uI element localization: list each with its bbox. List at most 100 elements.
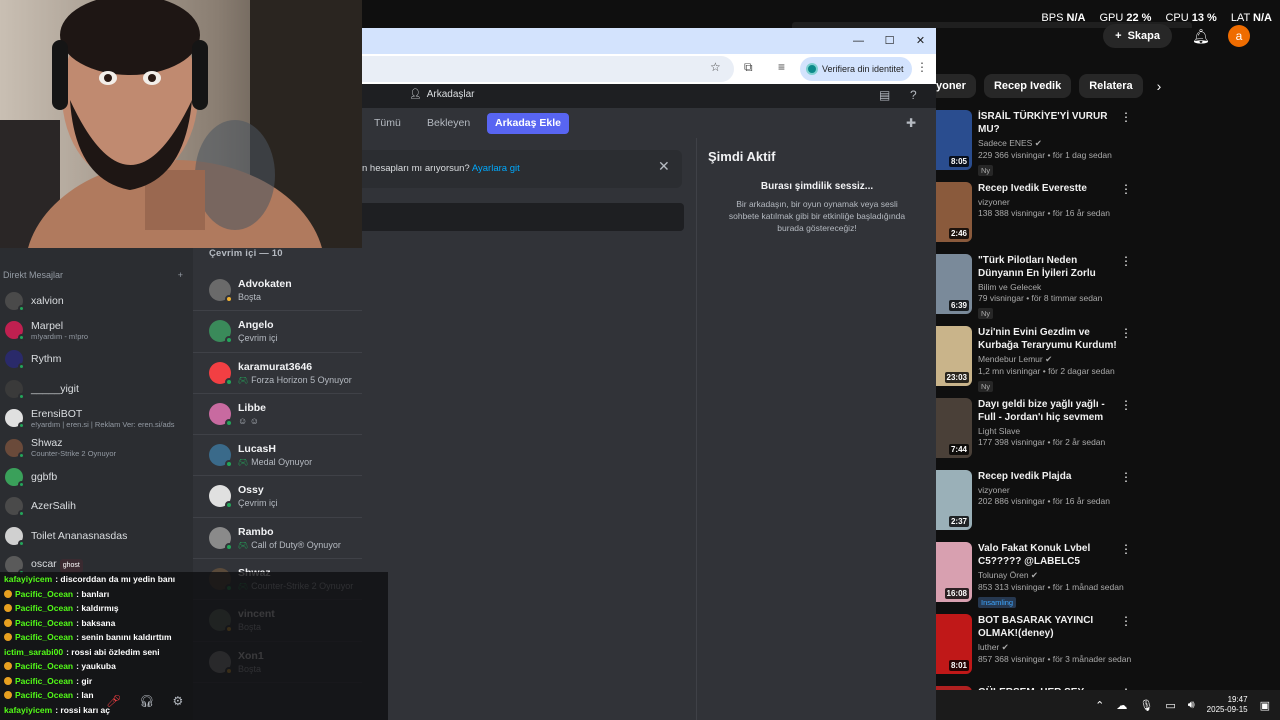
address-bar[interactable] xyxy=(362,56,734,82)
create-button[interactable]: + Skapa xyxy=(1103,24,1172,48)
bookmark-star-icon[interactable]: ☆ xyxy=(710,60,721,74)
dm-item[interactable]: Shwaz Counter-Strike 2 Oynuyor xyxy=(0,433,193,462)
browser-menu-icon[interactable]: ⋮ xyxy=(916,60,928,74)
new-group-dm-icon[interactable]: ✚ xyxy=(906,116,916,130)
close-notice-icon[interactable]: ✕ xyxy=(658,158,670,175)
notice-link[interactable]: Ayarlara git xyxy=(472,163,520,174)
video-menu-icon[interactable]: ⋮ xyxy=(1120,254,1132,268)
network-icon[interactable]: ▭ xyxy=(1165,699,1175,712)
inbox-icon[interactable]: ▤ xyxy=(879,88,890,102)
video-title[interactable]: Recep Ivedik Everestte xyxy=(978,182,1118,195)
chat-username[interactable]: Pacific_Ocean xyxy=(15,676,73,686)
chip-1[interactable]: Recep Ivedik xyxy=(983,74,1072,98)
video-thumbnail[interactable]: 8:05 xyxy=(936,110,972,170)
video-item[interactable]: 2:37 Recep Ivedik Plajda vizyoner 202 886 v… xyxy=(936,468,1136,540)
video-thumbnail[interactable]: 7:44 xyxy=(936,398,972,458)
mic-muted-icon[interactable]: 🎤︎ xyxy=(106,694,121,708)
friend-search-input[interactable] xyxy=(362,203,684,231)
extensions-icon[interactable]: ⧉ xyxy=(744,60,753,75)
video-thumbnail[interactable]: 16:08 xyxy=(936,542,972,602)
taskbar-clock[interactable]: 19:47 2025-09-15 xyxy=(1207,695,1248,715)
video-title[interactable]: Dayı geldi bize yağlı yağlı - Full - Jor… xyxy=(978,398,1118,424)
webcam-image xyxy=(0,0,362,248)
chevron-right-icon[interactable]: › xyxy=(1157,78,1162,94)
chat-username[interactable]: Pacific_Ocean xyxy=(15,618,73,628)
video-thumbnail[interactable]: 2:46 xyxy=(936,182,972,242)
video-item[interactable]: 8:01 BOT BASARAK YAYINCI OLMAK!(deney) lut… xyxy=(936,612,1136,684)
settings-gear-icon[interactable]: ⚙ xyxy=(172,694,183,708)
video-channel[interactable]: luther ✔ xyxy=(978,642,1118,653)
tab-pending[interactable]: Bekleyen xyxy=(419,113,478,134)
chat-username[interactable]: Pacific_Ocean xyxy=(15,632,73,642)
chat-username[interactable]: kafayiyicem xyxy=(4,574,52,584)
video-meta: Valo Fakat Konuk Lvbel C5????? @LABELC5 … xyxy=(978,542,1124,610)
browser-titlebar[interactable]: — ☐ ✕ xyxy=(362,28,936,54)
video-title[interactable]: Valo Fakat Konuk Lvbel C5????? @LABELC5 … xyxy=(978,542,1118,568)
video-item[interactable]: 16:08 Valo Fakat Konuk Lvbel C5????? @LAB… xyxy=(936,540,1136,612)
dm-item[interactable]: Marpel m!yardım - m!pro xyxy=(0,315,193,344)
tab-all[interactable]: Tümü xyxy=(366,113,409,134)
video-thumbnail[interactable]: 2:37 xyxy=(936,470,972,530)
video-channel[interactable]: Sadece ENES ✔ xyxy=(978,138,1118,149)
cloud-icon[interactable]: ☁ xyxy=(1116,699,1127,712)
account-avatar[interactable]: a xyxy=(1228,25,1250,47)
dm-item[interactable]: AzerSalih xyxy=(0,492,193,521)
video-item[interactable]: 7:44 Dayı geldi bize yağlı yağlı - Full -… xyxy=(936,396,1136,468)
chip-2[interactable]: Relatera xyxy=(1079,74,1143,98)
video-channel[interactable]: vizyoner xyxy=(978,197,1118,207)
chat-username[interactable]: Pacific_Ocean xyxy=(15,690,73,700)
video-menu-icon[interactable]: ⋮ xyxy=(1120,326,1132,340)
dm-item[interactable]: ErensiBOT e!yardım | eren.si | Reklam Ver… xyxy=(0,404,193,433)
video-menu-icon[interactable]: ⋮ xyxy=(1120,542,1132,556)
video-item[interactable]: 23:03 Uzi'nin Evini Gezdim ve Kurbağa Ter… xyxy=(936,324,1136,396)
add-friend-button[interactable]: Arkadaş Ekle xyxy=(487,113,569,134)
video-thumbnail[interactable]: 8:01 xyxy=(936,614,972,674)
video-thumbnail[interactable]: 23:03 xyxy=(936,326,972,386)
video-title[interactable]: "Türk Pilotları Neden Dünyanın En İyiler… xyxy=(978,254,1118,280)
video-menu-icon[interactable]: ⋮ xyxy=(1120,110,1132,124)
friends-icon: 👤︎ xyxy=(409,89,422,100)
video-title[interactable]: Uzi'nin Evini Gezdim ve Kurbağa Teraryum… xyxy=(978,326,1118,352)
dm-item[interactable]: ggbfb xyxy=(0,462,193,491)
chat-username[interactable]: Pacific_Ocean xyxy=(15,661,73,671)
dm-item[interactable]: Rythm xyxy=(0,345,193,374)
video-channel[interactable]: Mendebur Lemur ✔ xyxy=(978,354,1118,365)
add-dm-icon[interactable]: + xyxy=(178,270,183,280)
video-menu-icon[interactable]: ⋮ xyxy=(1120,182,1132,196)
headphones-icon[interactable]: 🎧︎ xyxy=(139,694,154,708)
microphone-icon[interactable]: 🎙︎ xyxy=(1139,699,1153,712)
help-icon[interactable]: ? xyxy=(910,88,917,102)
dm-item[interactable]: _____yigit xyxy=(0,374,193,403)
minimize-icon[interactable]: — xyxy=(843,28,874,54)
video-channel[interactable]: vizyoner xyxy=(978,485,1118,495)
video-channel[interactable]: Bilim ve Gelecek xyxy=(978,282,1118,292)
chat-username[interactable]: Pacific_Ocean xyxy=(15,603,73,613)
media-controls-icon[interactable]: ≡ xyxy=(778,60,785,74)
volume-icon[interactable]: 🔊︎ xyxy=(1188,699,1195,712)
video-channel[interactable]: Light Slave xyxy=(978,426,1118,436)
video-thumbnail[interactable]: 6:39 xyxy=(936,254,972,314)
chevron-up-icon[interactable]: ⌃ xyxy=(1095,699,1104,712)
chat-username[interactable]: kafayiyicem xyxy=(4,705,52,715)
video-menu-icon[interactable]: ⋮ xyxy=(1120,614,1132,628)
notifications-bell-icon[interactable]: 🔔︎ xyxy=(1192,28,1210,44)
close-icon[interactable]: ✕ xyxy=(905,28,936,54)
chat-username[interactable]: Pacific_Ocean xyxy=(15,589,73,599)
video-menu-icon[interactable]: ⋮ xyxy=(1120,398,1132,412)
video-title[interactable]: İSRAİL TÜRKİYE'Yİ VURUR MU? xyxy=(978,110,1118,136)
video-item[interactable]: 6:39 "Türk Pilotları Neden Dünyanın En İy… xyxy=(936,252,1136,324)
video-channel[interactable]: Tolunay Ören ✔ xyxy=(978,570,1118,581)
video-menu-icon[interactable]: ⋮ xyxy=(1120,470,1132,484)
dm-item[interactable]: Toilet Ananasnasdas xyxy=(0,521,193,550)
video-item[interactable]: 8:05 İSRAİL TÜRKİYE'Yİ VURUR MU? Sadece EN… xyxy=(936,108,1136,180)
chip-0[interactable]: yoner xyxy=(936,74,976,98)
video-title[interactable]: Recep Ivedik Plajda xyxy=(978,470,1118,483)
notification-icon[interactable]: ▣ xyxy=(1260,699,1270,712)
active-now-panel: Şimdi Aktif Burası şimdilik sessiz... Bi… xyxy=(696,138,936,720)
dm-item[interactable]: xalvion xyxy=(0,286,193,315)
video-title[interactable]: BOT BASARAK YAYINCI OLMAK!(deney) xyxy=(978,614,1118,640)
chat-username[interactable]: ictim_sarabi00 xyxy=(4,647,63,657)
maximize-icon[interactable]: ☐ xyxy=(874,28,905,54)
verify-identity-button[interactable]: Verifiera din identitet xyxy=(800,57,912,81)
video-item[interactable]: 2:46 Recep Ivedik Everestte vizyoner 138 38… xyxy=(936,180,1136,252)
